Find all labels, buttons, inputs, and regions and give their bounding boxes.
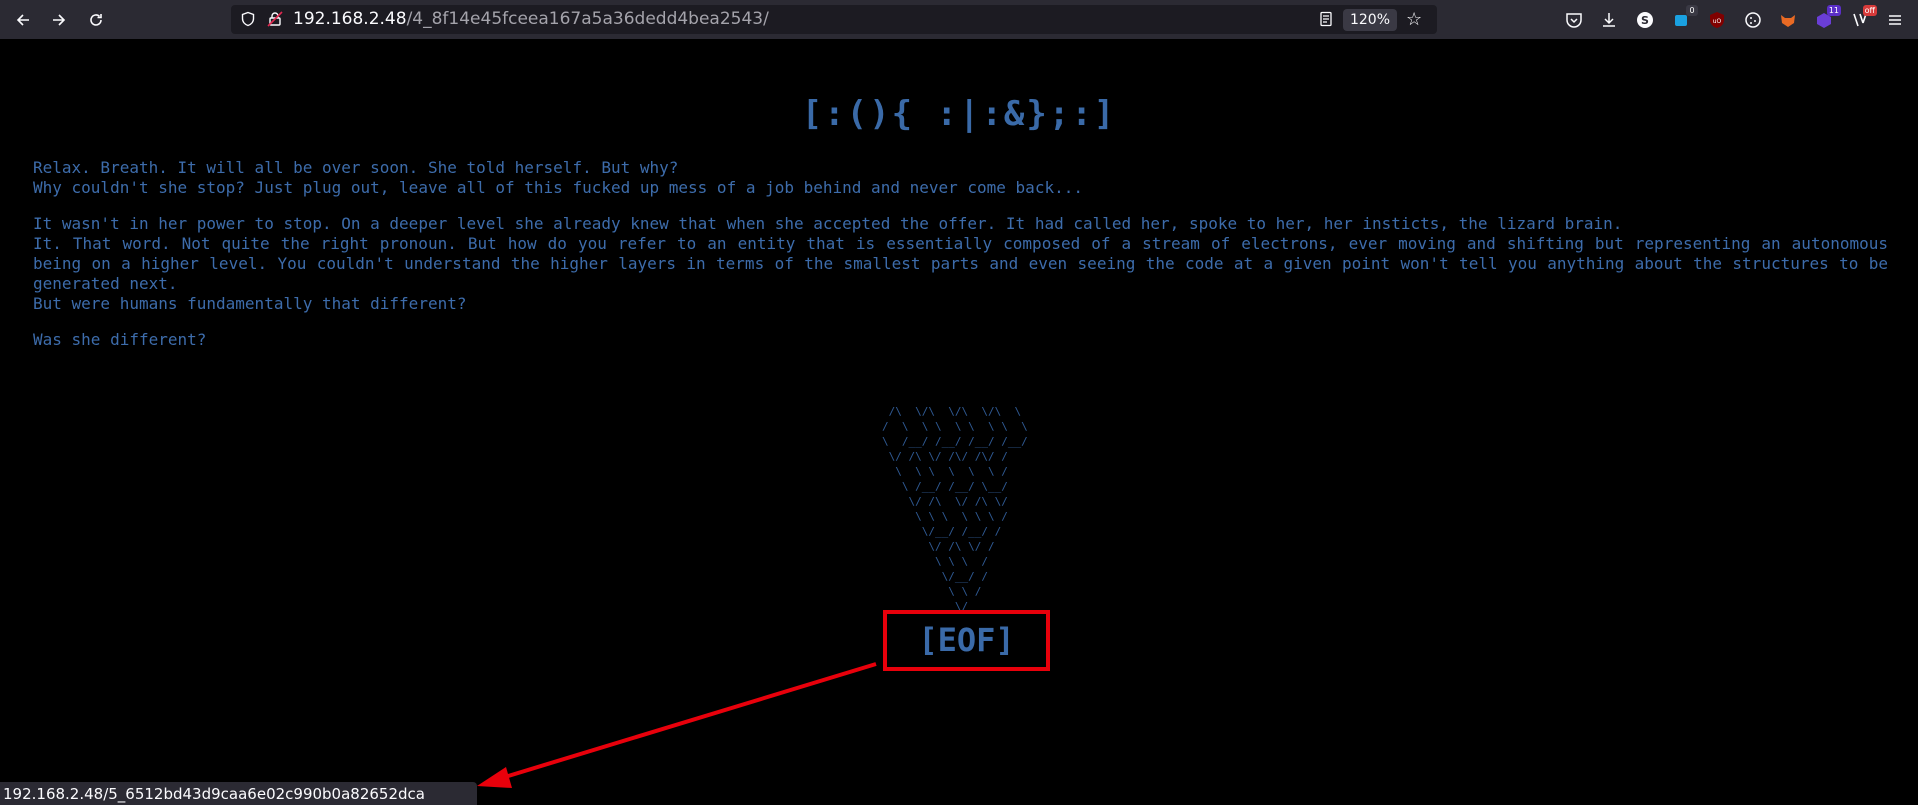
story-line: Relax. Breath. It will all be over soon.…: [33, 158, 679, 177]
container-extension-icon[interactable]: 0: [1670, 5, 1698, 31]
story-line: Was she different?: [33, 330, 207, 349]
shield-icon[interactable]: [240, 11, 256, 27]
badge-count-b: 11: [1826, 5, 1841, 16]
pocket-glyph: [1566, 13, 1582, 28]
arrow-right-icon: [53, 14, 66, 26]
cube-extension-icon[interactable]: 11: [1813, 5, 1841, 31]
menu-icon[interactable]: [1884, 9, 1906, 31]
arrow-left-icon: [16, 14, 29, 26]
ublock-shield-glyph: uO: [1710, 12, 1724, 28]
wappalyzer-icon[interactable]: off: [1849, 5, 1877, 31]
zoom-level-button[interactable]: 120%: [1343, 9, 1397, 31]
story-line: But were humans fundamentally that diffe…: [33, 294, 467, 313]
foxyproxy-icon[interactable]: [1777, 9, 1799, 31]
badge-off: off: [1862, 5, 1877, 16]
pocket-icon[interactable]: [1563, 9, 1585, 31]
page-title: [:(){ :|:&};:]: [801, 94, 1117, 134]
url-path: /4_8f14e45fceea167a5a36dedd4bea2543/: [406, 9, 769, 29]
back-button[interactable]: [11, 8, 35, 32]
eof-link[interactable]: [EOF]: [887, 614, 1046, 667]
download-glyph: [1603, 13, 1615, 27]
badge-count-a: 0: [1686, 5, 1698, 16]
s-extension-icon[interactable]: S: [1634, 9, 1656, 31]
story-line: It wasn't in her power to stop. On a dee…: [33, 214, 1623, 233]
story-line: Why couldn't she stop? Just plug out, le…: [33, 178, 1083, 197]
s-circle-glyph: S: [1637, 12, 1653, 28]
reload-icon: [90, 14, 102, 26]
downloads-icon[interactable]: [1598, 9, 1620, 31]
annotation-highlight-box: [EOF]: [883, 610, 1050, 671]
insecure-lock-icon[interactable]: [267, 11, 283, 27]
address-bar[interactable]: 192.168.2.48/4_8f14e45fceea167a5a36dedd4…: [231, 5, 1437, 34]
reader-view-icon[interactable]: [1318, 11, 1334, 27]
story-body: It. That word. Not quite the right prono…: [33, 234, 1888, 293]
forward-button[interactable]: [47, 8, 71, 32]
svg-text:uO: uO: [1713, 18, 1722, 25]
link-status-bar: 192.168.2.48/5_6512bd43d9caa6e02c990b0a8…: [0, 782, 477, 805]
cookie-glyph: [1745, 12, 1761, 28]
svg-text:S: S: [1641, 14, 1649, 27]
url-host: 192.168.2.48: [293, 9, 407, 29]
story-text: Relax. Breath. It will all be over soon.…: [33, 158, 1888, 366]
browser-toolbar: 192.168.2.48/4_8f14e45fceea167a5a36dedd4…: [0, 0, 1918, 39]
ublock-icon[interactable]: uO: [1706, 9, 1728, 31]
reload-button[interactable]: [84, 8, 108, 32]
hamburger-glyph: [1889, 15, 1901, 25]
story-paragraph-3: Was she different?: [33, 330, 1888, 350]
story-paragraph-2: It wasn't in her power to stop. On a dee…: [33, 214, 1888, 314]
fox-glyph: [1781, 15, 1795, 27]
url-text[interactable]: 192.168.2.48/4_8f14e45fceea167a5a36dedd4…: [293, 5, 769, 34]
ascii-art-triangle: /\ \/\ \/\ \/\ \ / \ \ \ \ \ \ \ \ \ /__…: [882, 405, 1028, 613]
bookmark-star-icon[interactable]: ☆: [1406, 9, 1422, 30]
cookie-extension-icon[interactable]: [1742, 9, 1764, 31]
story-paragraph-1: Relax. Breath. It will all be over soon.…: [33, 158, 1888, 198]
